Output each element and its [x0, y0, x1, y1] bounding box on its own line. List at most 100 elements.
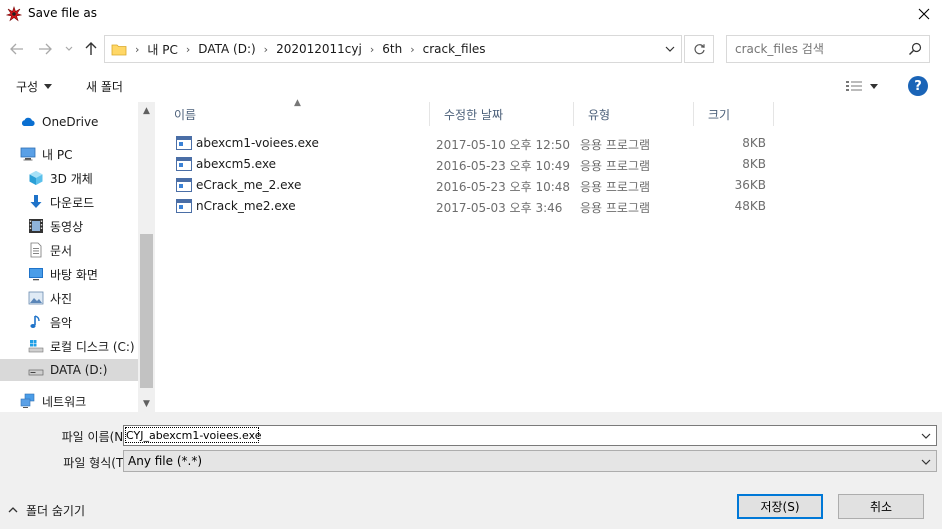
application-exe-icon [176, 199, 192, 213]
sort-ascending-icon: ▲ [294, 98, 301, 108]
up-button[interactable] [80, 38, 102, 60]
view-options-button[interactable] [846, 76, 878, 96]
hide-folders-label: 폴더 숨기기 [26, 503, 86, 518]
close-icon [918, 8, 930, 20]
scroll-thumb[interactable] [140, 234, 153, 388]
filename-input[interactable] [126, 427, 906, 444]
breadcrumb-item[interactable]: 내 PC [147, 41, 177, 58]
chevron-right-icon: › [135, 42, 140, 56]
breadcrumb: › 내 PC › DATA (D:) › 202012011cyj › 6th … [127, 36, 486, 62]
application-exe-icon [176, 157, 192, 171]
address-bar[interactable]: › 내 PC › DATA (D:) › 202012011cyj › 6th … [104, 35, 682, 63]
refresh-icon [693, 43, 705, 54]
nav-item-label: DATA (D:) [50, 363, 108, 377]
scroll-down-arrow-icon[interactable]: ▼ [138, 395, 155, 412]
nav-item-network[interactable]: 네트워크 [0, 390, 138, 412]
scroll-up-arrow-icon[interactable]: ▲ [138, 102, 155, 119]
file-list: 이름 ▲ 수정한 날짜 유형 크기 abexcm1-voiees.exe 201… [160, 98, 942, 412]
title-bar: Save file as [0, 0, 942, 28]
filetype-select[interactable]: Any file (*.*) [123, 450, 937, 472]
download-arrow-icon [30, 195, 42, 208]
table-row[interactable]: nCrack_me2.exe 2017-05-03 오후 3:46 응용 프로그… [170, 196, 770, 217]
chevron-right-icon[interactable]: › [186, 43, 190, 56]
nav-item-music[interactable]: 음악 [0, 311, 138, 333]
filetype-value: Any file (*.*) [128, 454, 202, 468]
file-size: 48KB [734, 199, 766, 213]
picture-icon [28, 291, 44, 305]
table-row[interactable]: eCrack_me_2.exe 2016-05-23 오후 10:48 응용 프… [170, 175, 770, 196]
search-icon[interactable] [907, 41, 923, 57]
nav-item-label: 로컬 디스크 (C:) [50, 339, 135, 354]
hide-folders-button[interactable]: 폴더 숨기기 [8, 500, 85, 520]
drive-icon [28, 369, 44, 376]
breadcrumb-item[interactable]: DATA (D:) [198, 42, 255, 56]
application-exe-icon [176, 178, 192, 192]
nav-item-3d-objects[interactable]: 3D 개체 [0, 167, 138, 189]
table-row[interactable]: abexcm1-voiees.exe 2017-05-10 오후 12:50 응… [170, 133, 770, 154]
document-icon [30, 242, 42, 258]
file-size: 8KB [742, 136, 766, 150]
column-header-label: 유형 [588, 107, 611, 122]
recent-locations-button[interactable] [62, 38, 76, 60]
save-button[interactable]: 저장(S) [737, 494, 823, 519]
search-box[interactable] [726, 35, 930, 63]
nav-item-documents[interactable]: 문서 [0, 239, 138, 261]
red-splat-icon [6, 6, 22, 22]
column-header-size[interactable]: 크기 [694, 102, 774, 126]
nav-item-downloads[interactable]: 다운로드 [0, 191, 138, 213]
navigation-scrollbar[interactable]: ▲ ▼ [138, 102, 155, 412]
file-date: 2017-05-03 오후 3:46 [436, 201, 563, 215]
nav-item-label: 다운로드 [50, 195, 95, 210]
nav-item-pictures[interactable]: 사진 [0, 287, 138, 309]
cloud-icon [21, 117, 35, 126]
nav-item-label: 사진 [50, 291, 73, 306]
back-button[interactable] [6, 38, 28, 60]
file-type: 응용 프로그램 [580, 159, 651, 173]
filetype-label: 파일 형식(T): [63, 456, 132, 470]
chevron-right-icon[interactable]: › [264, 43, 268, 56]
file-date: 2016-05-23 오후 10:48 [436, 180, 571, 194]
breadcrumb-item[interactable]: 6th [382, 42, 402, 56]
breadcrumb-item[interactable]: 202012011cyj [276, 42, 362, 56]
nav-item-onedrive[interactable]: OneDrive [0, 111, 138, 133]
column-header-label: 이름 [174, 107, 197, 122]
details-view-icon [846, 81, 862, 91]
cancel-button[interactable]: 취소 [838, 494, 924, 519]
column-header-label: 크기 [708, 107, 731, 122]
organize-button[interactable]: 구성 [10, 76, 58, 96]
close-button[interactable] [906, 0, 942, 28]
nav-item-data-d[interactable]: DATA (D:) [0, 359, 138, 381]
filetype-dropdown-button[interactable] [918, 453, 934, 470]
file-type: 응용 프로그램 [580, 201, 651, 215]
question-mark-icon: ? [914, 78, 922, 94]
help-button[interactable]: ? [908, 76, 928, 96]
arrow-right-icon [39, 43, 52, 55]
refresh-button[interactable] [684, 35, 714, 63]
chevron-down-icon [921, 459, 931, 465]
new-folder-button[interactable]: 새 폴더 [84, 76, 125, 96]
nav-item-local-disk-c[interactable]: 로컬 디스크 (C:) [0, 335, 138, 357]
column-header-date[interactable]: 수정한 날짜 [430, 102, 574, 126]
chevron-right-icon[interactable]: › [410, 43, 414, 56]
file-type: 응용 프로그램 [580, 180, 651, 194]
filename-dropdown-button[interactable] [918, 427, 934, 444]
column-header-type[interactable]: 유형 [574, 102, 694, 126]
chevron-down-icon [65, 46, 73, 51]
nav-item-label: 음악 [50, 315, 73, 330]
nav-item-desktop[interactable]: 바탕 화면 [0, 263, 138, 285]
chevron-up-icon [8, 507, 18, 513]
nav-item-label: 문서 [50, 243, 73, 258]
address-dropdown-button[interactable] [659, 36, 681, 62]
column-header-label: 수정한 날짜 [444, 107, 504, 122]
new-folder-label: 새 폴더 [86, 79, 123, 94]
chevron-right-icon[interactable]: › [370, 43, 374, 56]
filename-combobox[interactable] [123, 425, 937, 446]
breadcrumb-item[interactable]: crack_files [423, 42, 486, 56]
music-note-icon [30, 315, 40, 328]
folder-icon [111, 44, 127, 56]
nav-item-videos[interactable]: 동영상 [0, 215, 138, 237]
search-input[interactable] [735, 40, 905, 58]
forward-button[interactable] [34, 38, 56, 60]
table-row[interactable]: abexcm5.exe 2016-05-23 오후 10:49 응용 프로그램 … [170, 154, 770, 175]
nav-item-this-pc[interactable]: 내 PC [0, 143, 138, 165]
